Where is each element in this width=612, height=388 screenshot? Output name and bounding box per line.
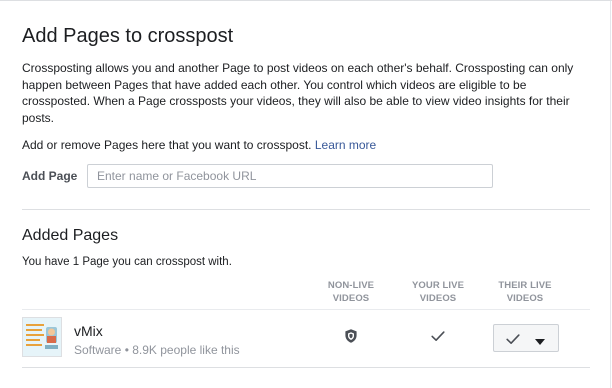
section-divider — [22, 209, 590, 210]
vmix-thumbnail-image — [23, 318, 61, 356]
add-page-input[interactable] — [87, 164, 493, 188]
shield-icon[interactable] — [343, 328, 359, 344]
pages-count-text: You have 1 Page you can crosspost with. — [22, 256, 232, 268]
table-header-divider — [22, 309, 590, 310]
check-icon — [505, 331, 521, 347]
their-live-videos-dropdown-button[interactable] — [493, 324, 559, 352]
page-name[interactable]: vMix — [74, 323, 103, 340]
description-text: Crossposting allows you and another Page… — [22, 61, 574, 125]
column-header-their-live-videos: THEIR LIVE VIDEOS — [498, 280, 552, 304]
page-avatar — [22, 317, 62, 357]
page-title: Add Pages to crosspost — [22, 25, 234, 47]
column-header-your-live-videos: YOUR LIVE VIDEOS — [411, 280, 465, 304]
helper-text-line: Add or remove Pages here that you want t… — [22, 137, 376, 153]
learn-more-link[interactable]: Learn more — [315, 138, 376, 152]
check-icon[interactable] — [430, 328, 446, 344]
helper-text: Add or remove Pages here that you want t… — [22, 138, 312, 152]
table-row-divider — [22, 367, 590, 368]
caret-down-icon — [534, 334, 546, 345]
scrollbar-edge — [610, 1, 611, 388]
page-subtitle: Software • 8.9K people like this — [74, 343, 240, 357]
crosspost-dialog: Add Pages to crosspost Crossposting allo… — [0, 0, 612, 388]
added-pages-title: Added Pages — [22, 227, 119, 244]
column-header-non-live-videos: NON-LIVE VIDEOS — [327, 280, 375, 304]
add-page-label: Add Page — [22, 169, 78, 183]
